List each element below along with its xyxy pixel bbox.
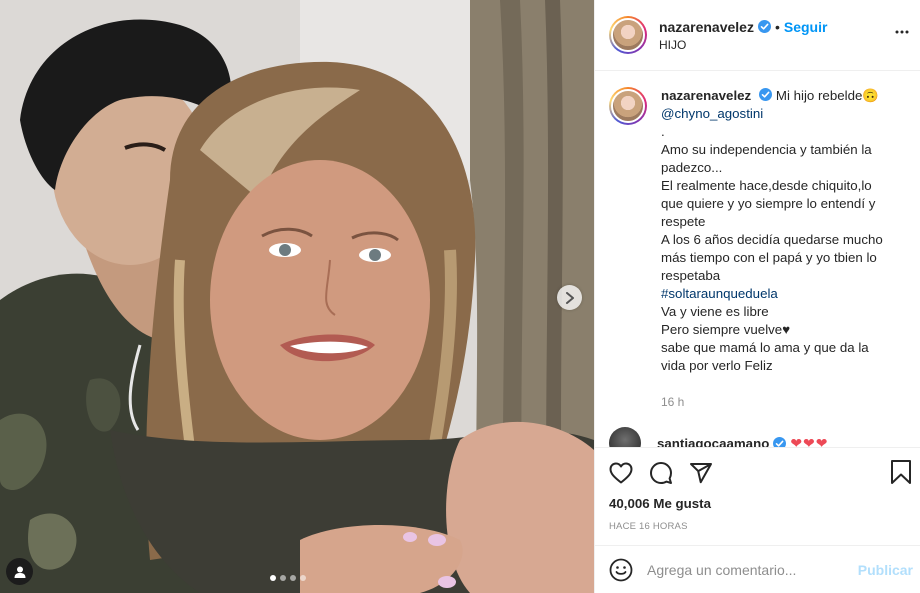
- post-actions: 40,006 Me gusta Hace 16 horas: [595, 447, 920, 545]
- caption-username-link[interactable]: nazarenavelez: [661, 88, 751, 103]
- comment-username-link[interactable]: santiagocaamano: [657, 436, 769, 448]
- header-text: nazarenavelez • Seguir HIJO: [659, 19, 827, 52]
- comment-input[interactable]: [647, 561, 858, 578]
- carousel-dot: [290, 575, 296, 581]
- carousel-dot: [300, 575, 306, 581]
- caption-line: Va y viene es libre: [661, 304, 769, 319]
- carousel-next-button[interactable]: [557, 285, 582, 310]
- comment-icon: [650, 462, 672, 484]
- tagged-users-button[interactable]: [6, 558, 33, 585]
- story-ring[interactable]: [609, 16, 647, 54]
- more-horizontal-icon: [895, 30, 909, 34]
- post-timestamp[interactable]: Hace 16 horas: [609, 521, 906, 532]
- hashtag-link[interactable]: #soltaraunqueduela: [661, 285, 893, 303]
- caption: nazarenavelez Mi hijo rebelde🙃 @chyno_ag…: [609, 87, 906, 411]
- carousel-dot: [280, 575, 286, 581]
- likes-count[interactable]: 40,006 Me gusta: [609, 496, 906, 511]
- verified-icon: [758, 88, 772, 101]
- caption-line: Pero siempre vuelve♥: [661, 322, 791, 337]
- caption-line: .: [661, 124, 665, 139]
- action-icons: [609, 448, 906, 498]
- comment-button[interactable]: [649, 461, 673, 485]
- caption-line: sabe que mamá lo ama y que da la vida po…: [661, 340, 869, 373]
- post-header: nazarenavelez • Seguir HIJO: [595, 0, 920, 71]
- carousel-indicator: [270, 575, 306, 581]
- like-button[interactable]: [609, 462, 633, 484]
- comments-section[interactable]: nazarenavelez Mi hijo rebelde🙃 @chyno_ag…: [595, 71, 920, 447]
- username-link[interactable]: nazarenavelez: [659, 19, 754, 35]
- caption-story-ring[interactable]: [609, 87, 647, 125]
- caption-body: nazarenavelez Mi hijo rebelde🙃 @chyno_ag…: [661, 87, 893, 411]
- caption-line: El realmente hace,desde chiquito,lo que …: [661, 178, 876, 229]
- caption-line: A los 6 años decidía quedarse mucho más …: [661, 232, 883, 283]
- bookmark-icon: [891, 460, 911, 484]
- location-link[interactable]: HIJO: [659, 38, 827, 52]
- photo-scene: [0, 0, 594, 593]
- header-line: nazarenavelez • Seguir: [659, 19, 827, 35]
- post-sidebar: nazarenavelez • Seguir HIJO nazarenavele…: [594, 0, 920, 593]
- separator-dot: •: [774, 18, 780, 35]
- comment-text: ❤❤❤: [790, 434, 829, 448]
- user-icon: [14, 566, 25, 578]
- more-options-button[interactable]: [894, 24, 910, 45]
- avatar: [611, 18, 645, 52]
- verified-icon: [773, 436, 787, 447]
- share-button[interactable]: [689, 461, 713, 485]
- save-button[interactable]: [890, 459, 912, 490]
- caption-line: Amo su independencia y también la padezc…: [661, 142, 872, 175]
- paper-plane-icon: [690, 463, 712, 484]
- chevron-right-icon: [565, 291, 574, 304]
- carousel-dot: [270, 575, 276, 581]
- post-photo[interactable]: [0, 0, 594, 593]
- publish-button[interactable]: Publicar: [858, 562, 913, 578]
- verified-icon: [757, 20, 771, 33]
- mention-link[interactable]: @chyno_agostini: [661, 105, 893, 123]
- heart-icon: [609, 462, 633, 484]
- add-comment-bar: Publicar: [595, 545, 920, 593]
- comment-avatar[interactable]: [609, 427, 641, 447]
- emoji-button[interactable]: [609, 558, 633, 582]
- avatar: [611, 89, 645, 123]
- comment-item: santiagocaamano ❤❤❤: [609, 427, 906, 447]
- follow-button[interactable]: Seguir: [784, 19, 828, 35]
- caption-timestamp[interactable]: 16 h: [661, 393, 893, 411]
- emoji-icon: [609, 558, 633, 581]
- caption-first-line: Mi hijo rebelde🙃: [775, 88, 879, 103]
